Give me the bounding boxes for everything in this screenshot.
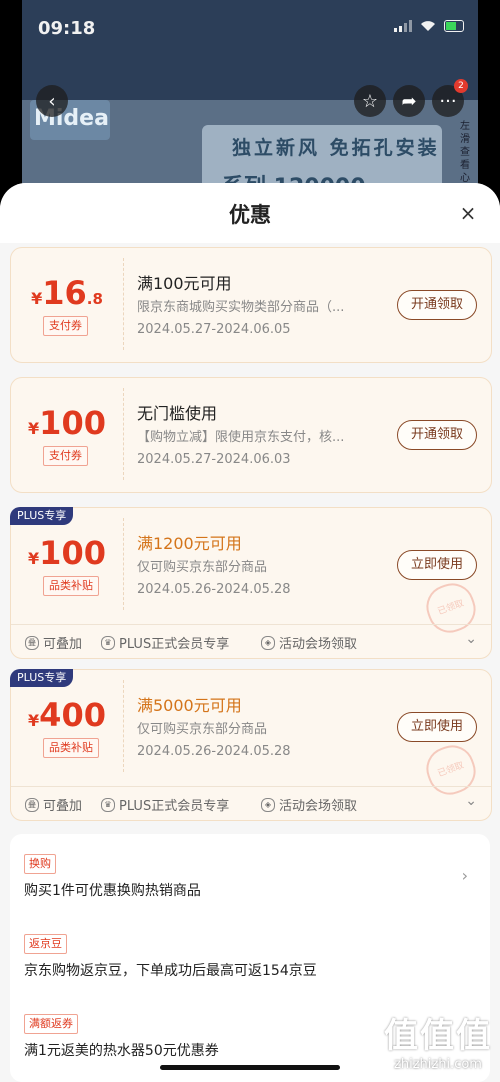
sheet-header: 优惠 × [0,183,500,243]
coupon-divider [123,258,124,350]
chevron-down-icon[interactable]: ⌄ [465,793,477,809]
coupon-desc: 仅可购买京东部分商品 [137,722,268,737]
status-bar: 09:18 [22,0,478,40]
plus-coupon-card: PLUS专享 ¥100 品类补贴 满1200元可用 仅可购买京东部分商品 202… [10,507,492,659]
watermark-url: zhizhizhi.com [394,1057,482,1072]
coupon-divider [123,388,124,480]
coupon-value-area: ¥100 品类补贴 [11,508,123,620]
site-watermark: 值值值 zhizhizhi.com [384,1008,492,1072]
share-icon: ➦ [401,90,417,112]
status-time: 09:18 [38,18,96,39]
chevron-left-icon: ‹ [48,90,56,112]
use-now-button[interactable]: 立即使用 [397,550,477,580]
coupon-perks: 叠可叠加 ♛ PLUS正式会员专享 ◈ 活动会场领取 ⌄ [11,624,491,659]
perk-stackable: 叠可叠加 [25,633,82,652]
perk-stackable: 叠可叠加 [25,795,82,814]
coupon-date: 2024.05.26-2024.05.28 [137,744,291,759]
promo-row-jingdou: 返京豆 京东购物返京豆，下单成功后最高可返154京豆 [24,932,474,980]
promo-tag: 返京豆 [24,934,67,954]
perk-event-venue: ◈ 活动会场领取 [261,795,357,814]
favorite-button[interactable]: ☆ [354,85,386,117]
currency-symbol: ¥ [28,711,40,730]
coupon-desc: 仅可购买京东部分商品 [137,560,268,575]
crown-icon: ♛ [101,635,115,650]
coupon-perks: 叠可叠加 ♛ PLUS正式会员专享 ◈ 活动会场领取 ⌄ [11,786,491,821]
amount-decimal: .8 [86,290,103,308]
coupon-desc: 【购物立减】限使用京东支付，核... [137,430,345,445]
coupon-date: 2024.05.26-2024.05.28 [137,582,291,597]
close-button[interactable]: × [456,201,480,225]
open-claim-button[interactable]: 开通领取 [397,290,477,320]
coupon-amount: ¥100 [11,404,123,442]
crown-icon: ♛ [101,797,115,812]
star-icon: ☆ [361,90,379,112]
use-now-button[interactable]: 立即使用 [397,712,477,742]
home-indicator[interactable] [160,1065,340,1070]
coupon-amount: ¥100 [11,534,123,572]
signal-icon [394,20,412,32]
promo-tag: 换购 [24,854,56,874]
coupon-value-area: ¥400 品类补贴 [11,670,123,782]
coupon-title: 满100元可用 [137,274,232,293]
more-button[interactable]: ··· 2 [432,79,468,117]
coupon-amount: ¥400 [11,696,123,734]
amount-value: 16 [42,274,87,312]
coupon-divider [123,518,124,610]
coupon-type-tag: 品类补贴 [43,576,99,596]
open-claim-button[interactable]: 开通领取 [397,420,477,450]
coupon-value-area: ¥16.8 支付券 [11,248,123,360]
banner-text: 独立新风 免拓孔安装 [232,137,440,159]
amount-value: 400 [39,696,106,734]
coupon-card: ¥100 支付券 无门槛使用 【购物立减】限使用京东支付，核... 2024.0… [10,377,492,493]
close-icon: × [459,201,477,225]
promo-text: 购买1件可优惠换购热销商品 [24,883,201,899]
venue-icon: ◈ [261,635,275,650]
stack-icon: 叠 [25,797,39,812]
coupon-card: ¥16.8 支付券 满100元可用 限京东商城购买实物类部分商品（... 202… [10,247,492,363]
amount-value: 100 [39,404,106,442]
coupon-title: 满1200元可用 [137,534,242,553]
more-icon: ··· [439,90,457,112]
plus-coupon-card: PLUS专享 ¥400 品类补贴 满5000元可用 仅可购买京东部分商品 202… [10,669,492,821]
chevron-down-icon[interactable]: ⌄ [465,631,477,647]
share-button[interactable]: ➦ [393,85,425,117]
coupon-date: 2024.05.27-2024.06.03 [137,452,291,467]
venue-icon: ◈ [261,797,275,812]
sheet-title: 优惠 [229,203,271,227]
coupon-type-tag: 支付券 [43,446,88,466]
coupon-type-tag: 支付券 [43,316,88,336]
perk-plus-member: ♛ PLUS正式会员专享 [101,633,229,652]
coupon-desc: 限京东商城购买实物类部分商品（... [137,300,345,315]
coupon-title: 无门槛使用 [137,404,218,423]
currency-symbol: ¥ [28,549,40,568]
currency-symbol: ¥ [31,289,43,308]
coupon-title: 满5000元可用 [137,696,242,715]
coupon-divider [123,680,124,772]
currency-symbol: ¥ [28,419,40,438]
stack-icon: 叠 [25,635,39,650]
watermark-logo: 值值值 [384,1016,492,1056]
promo-tag: 满额返券 [24,1014,78,1034]
back-button[interactable]: ‹ [36,85,68,117]
perk-event-venue: ◈ 活动会场领取 [261,633,357,652]
coupon-date: 2024.05.27-2024.06.05 [137,322,291,337]
wifi-icon [421,21,435,31]
coupon-sheet: 优惠 × ¥16.8 支付券 满100元可用 限京东商城购买实物类部分商品（..… [0,183,500,1082]
battery-icon [444,20,464,32]
chevron-right-icon: › [461,866,468,885]
coupon-type-tag: 品类补贴 [43,738,99,758]
perk-plus-member: ♛ PLUS正式会员专享 [101,795,229,814]
coupon-amount: ¥16.8 [11,274,123,312]
amount-value: 100 [39,534,106,572]
promo-text: 京东购物返京豆，下单成功后最高可返154京豆 [24,963,317,979]
notification-badge: 2 [454,79,468,93]
promo-row-exchange[interactable]: 换购 购买1件可优惠换购热销商品 › [24,852,474,900]
coupon-value-area: ¥100 支付券 [11,378,123,490]
